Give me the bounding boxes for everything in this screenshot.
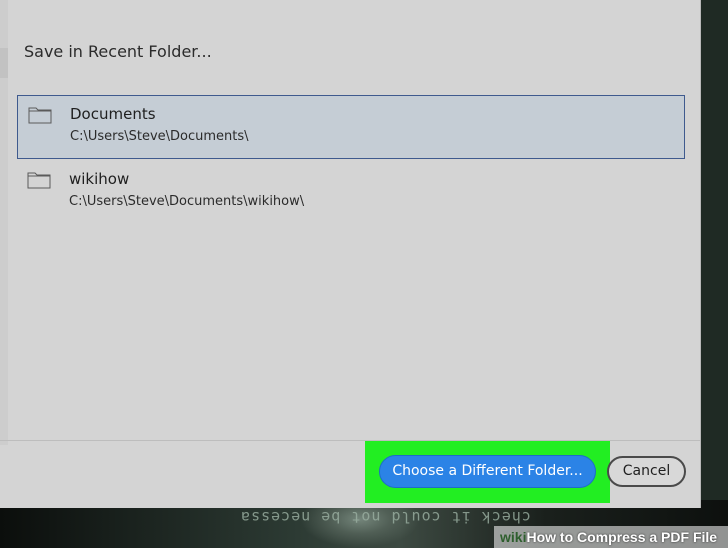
dialog-left-edge xyxy=(0,0,8,445)
folder-icon xyxy=(27,172,51,189)
folder-name: wikihow xyxy=(69,170,130,188)
cancel-button[interactable]: Cancel xyxy=(607,456,686,487)
folder-path: C:\Users\Steve\Documents\wikihow\ xyxy=(69,194,305,209)
watermark-title: How to Compress a PDF File xyxy=(526,529,718,545)
wikihow-watermark: wikiHow to Compress a PDF File xyxy=(494,526,728,548)
folder-icon xyxy=(28,107,52,124)
save-dialog: Save in Recent Folder... Documents C:\Us… xyxy=(0,0,701,508)
folder-name: Documents xyxy=(70,105,156,123)
folder-row-wikihow[interactable]: wikihow C:\Users\Steve\Documents\wikihow… xyxy=(17,161,685,225)
left-edge-nub xyxy=(0,48,8,78)
choose-different-folder-button[interactable]: Choose a Different Folder... xyxy=(379,455,596,488)
dialog-header: Save in Recent Folder... xyxy=(24,42,212,61)
folder-row-documents[interactable]: Documents C:\Users\Steve\Documents\ xyxy=(17,95,685,159)
watermark-brand: wiki xyxy=(500,529,527,545)
folder-path: C:\Users\Steve\Documents\ xyxy=(70,129,249,144)
background-scribble-text: check it could not be necessa xyxy=(240,508,531,526)
